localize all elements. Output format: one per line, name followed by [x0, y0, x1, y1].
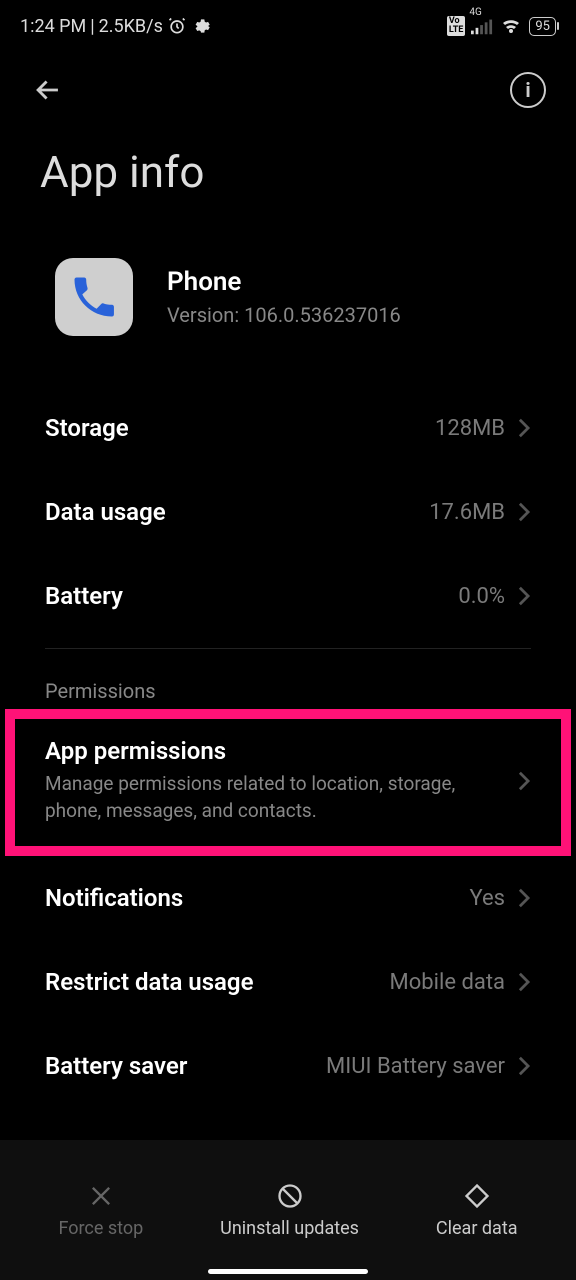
row-notifications-value: Yes — [469, 886, 505, 911]
back-button[interactable] — [30, 72, 66, 108]
row-notifications-label: Notifications — [45, 884, 183, 912]
row-app-permissions-label: App permissions — [45, 737, 465, 765]
row-storage[interactable]: Storage 128MB — [0, 386, 576, 470]
divider — [45, 648, 531, 649]
highlight-box: App permissions Manage permissions relat… — [5, 709, 571, 856]
battery-icon: 95 — [529, 17, 556, 36]
status-bar: 1:24 PM | 2.5KB/s VoLTE 4G 95 — [0, 0, 576, 52]
alarm-icon — [167, 16, 187, 36]
clear-data-label: Clear data — [436, 1218, 518, 1239]
page-title: App info — [0, 118, 576, 258]
chevron-right-icon — [517, 770, 531, 792]
status-separator: | — [90, 16, 94, 37]
eraser-icon — [463, 1182, 491, 1210]
row-battery-value: 0.0% — [458, 584, 505, 609]
row-storage-label: Storage — [45, 414, 129, 442]
chevron-right-icon — [517, 417, 531, 439]
row-battery[interactable]: Battery 0.0% — [0, 554, 576, 638]
status-speed: 2.5KB/s — [99, 16, 163, 37]
row-data-usage[interactable]: Data usage 17.6MB — [0, 470, 576, 554]
section-permissions-title: Permissions — [0, 659, 576, 709]
back-arrow-icon — [31, 73, 65, 107]
app-header: Phone Version: 106.0.536237016 — [0, 258, 576, 386]
row-storage-value: 128MB — [435, 416, 505, 441]
chevron-right-icon — [517, 887, 531, 909]
wifi-icon — [499, 17, 523, 35]
row-app-permissions[interactable]: App permissions Manage permissions relat… — [15, 719, 561, 846]
app-version: Version: 106.0.536237016 — [167, 303, 401, 327]
row-battery-saver-value: MIUI Battery saver — [326, 1054, 505, 1079]
prohibit-icon — [276, 1182, 304, 1210]
info-icon: i — [525, 78, 530, 102]
home-indicator[interactable] — [208, 1269, 368, 1274]
force-stop-button[interactable]: Force stop — [58, 1182, 143, 1239]
row-battery-label: Battery — [45, 582, 123, 610]
row-restrict-data-label: Restrict data usage — [45, 968, 254, 996]
app-icon — [55, 258, 133, 336]
row-data-usage-value: 17.6MB — [429, 500, 505, 525]
uninstall-updates-button[interactable]: Uninstall updates — [220, 1182, 359, 1239]
volte-icon: VoLTE — [447, 16, 466, 36]
chevron-right-icon — [517, 971, 531, 993]
force-stop-label: Force stop — [58, 1218, 143, 1239]
clear-data-button[interactable]: Clear data — [436, 1182, 518, 1239]
status-time: 1:24 PM — [20, 16, 86, 37]
uninstall-updates-label: Uninstall updates — [220, 1218, 359, 1239]
chevron-right-icon — [517, 585, 531, 607]
bottom-bar: Force stop Uninstall updates Clear data — [0, 1140, 576, 1280]
info-button[interactable]: i — [510, 72, 546, 108]
status-right: VoLTE 4G 95 — [447, 16, 556, 36]
row-restrict-data[interactable]: Restrict data usage Mobile data — [0, 940, 576, 1024]
chevron-right-icon — [517, 1055, 531, 1077]
status-left: 1:24 PM | 2.5KB/s — [20, 16, 211, 37]
row-app-permissions-desc: Manage permissions related to location, … — [45, 771, 465, 824]
row-notifications[interactable]: Notifications Yes — [0, 856, 576, 940]
row-restrict-data-value: Mobile data — [390, 970, 505, 995]
header-bar: i — [0, 52, 576, 118]
phone-icon — [68, 271, 120, 323]
app-name: Phone — [167, 267, 401, 297]
row-battery-saver[interactable]: Battery saver MIUI Battery saver — [0, 1024, 576, 1108]
chevron-right-icon — [517, 501, 531, 523]
close-icon — [87, 1182, 115, 1210]
row-battery-saver-label: Battery saver — [45, 1052, 187, 1080]
app-meta: Phone Version: 106.0.536237016 — [167, 267, 401, 327]
row-data-usage-label: Data usage — [45, 498, 166, 526]
signal-icon: 4G — [471, 17, 493, 35]
settings-icon — [191, 16, 211, 36]
